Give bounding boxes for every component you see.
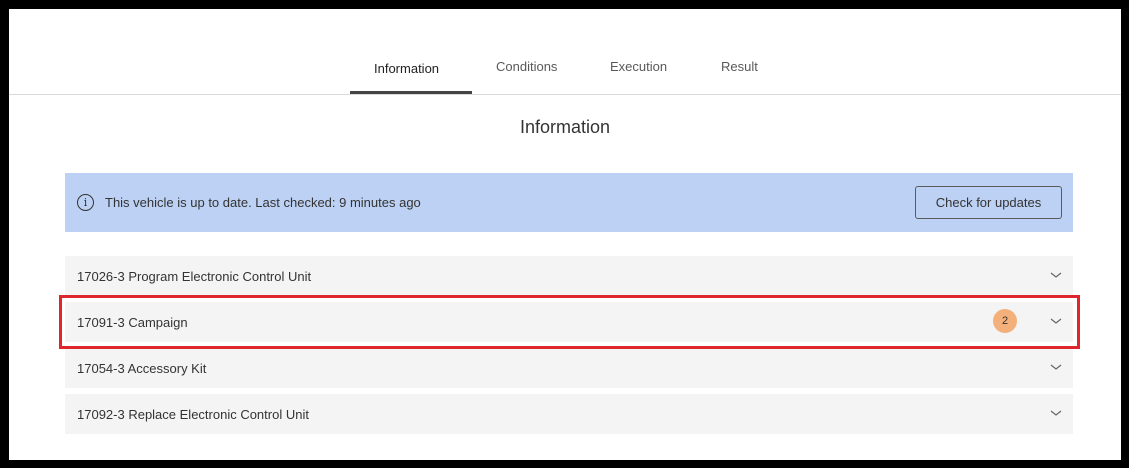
list-item-label: 17091-3 Campaign [77,314,188,330]
tab-information[interactable]: Information [374,61,439,76]
list-item[interactable]: 17054-3 Accessory Kit [65,348,1073,388]
chevron-down-icon[interactable] [1049,408,1063,418]
tab-result[interactable]: Result [721,59,758,74]
chevron-down-icon[interactable] [1049,316,1063,326]
main-window: Information Conditions Execution Result … [9,9,1121,460]
info-icon: i [77,194,94,211]
status-banner: i This vehicle is up to date. Last check… [65,173,1073,232]
tab-conditions[interactable]: Conditions [496,59,557,74]
active-tab-indicator [350,91,472,94]
count-badge: 2 [993,309,1017,333]
check-for-updates-button[interactable]: Check for updates [915,186,1062,219]
status-message: This vehicle is up to date. Last checked… [105,195,421,210]
list-item-label: 17092-3 Replace Electronic Control Unit [77,406,309,422]
page-title: Information [519,117,611,137]
list-item-label: 17026-3 Program Electronic Control Unit [77,268,312,284]
chevron-down-icon[interactable] [1049,270,1063,280]
list-item[interactable]: 17091-3 Campaign 2 [65,302,1073,342]
list-item[interactable]: 17092-3 Replace Electronic Control Unit [65,394,1073,434]
tab-bar: Information Conditions Execution Result [9,9,1121,95]
tab-execution[interactable]: Execution [610,59,667,74]
list-item-label: 17054-3 Accessory Kit [77,360,207,376]
list-item[interactable]: 17026-3 Program Electronic Control Unit [65,256,1073,296]
chevron-down-icon[interactable] [1049,362,1063,372]
